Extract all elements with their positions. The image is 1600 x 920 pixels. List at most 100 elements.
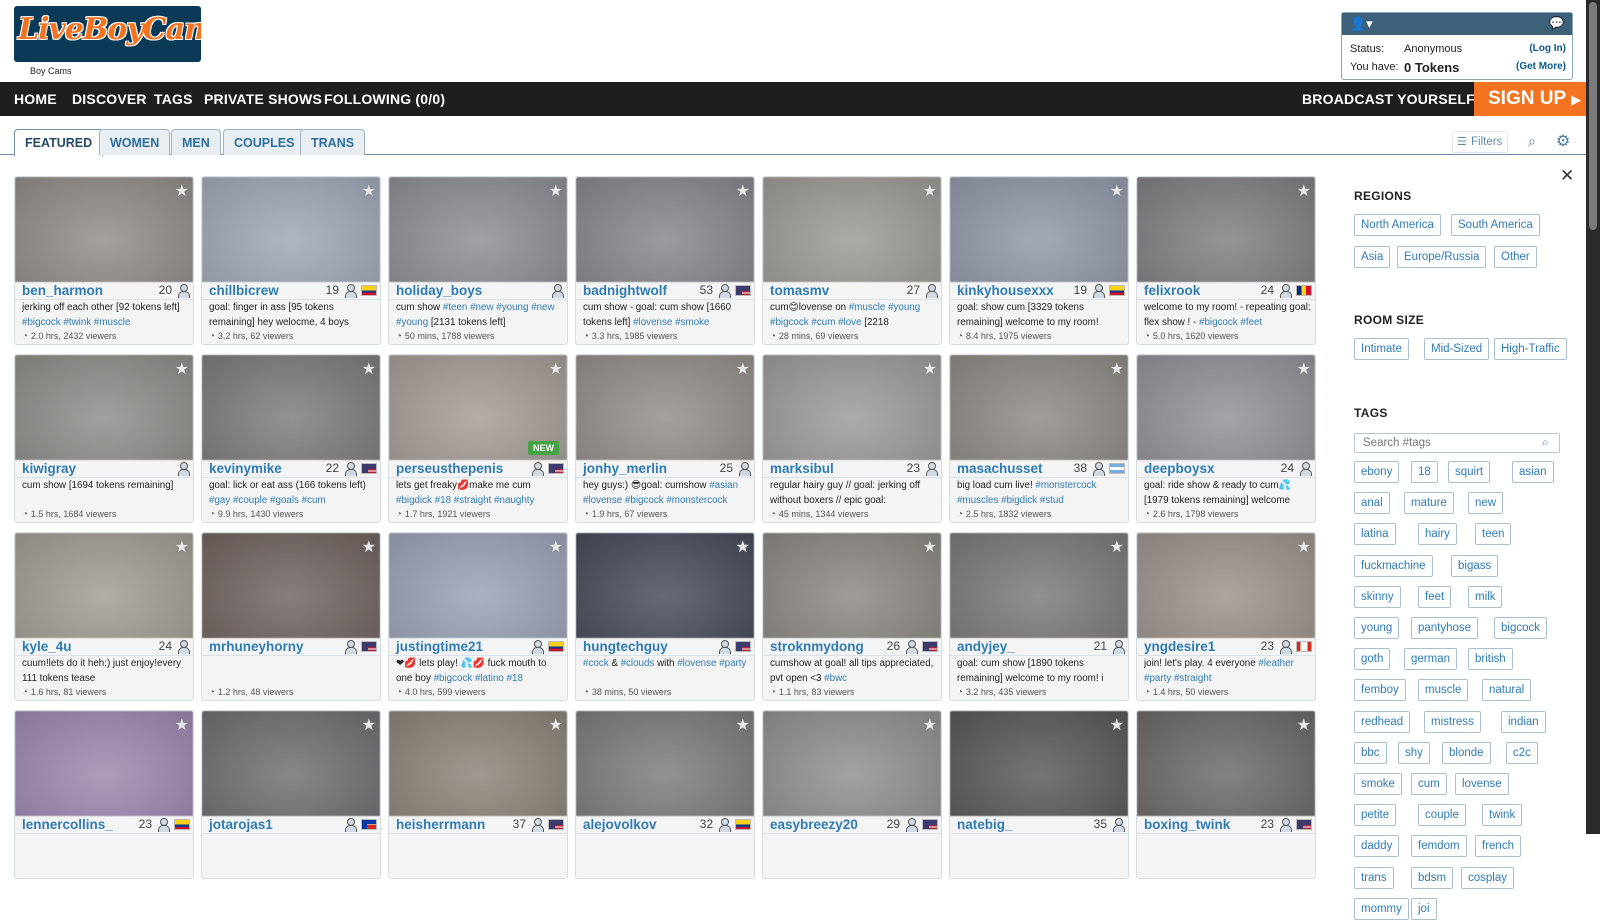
room-username[interactable]: boxing_twink xyxy=(1144,817,1230,832)
nav-home[interactable]: HOME xyxy=(14,91,57,107)
room-card[interactable]: ★ kyle_4u 24 cuum!lets do it heh:) just … xyxy=(14,532,194,701)
room-thumbnail[interactable] xyxy=(950,355,1128,460)
hashtag-link[interactable]: #bigcock xyxy=(625,495,664,506)
favorite-star-icon[interactable]: ★ xyxy=(175,715,189,735)
tag-chip[interactable]: goth xyxy=(1354,648,1391,670)
hashtag-link[interactable]: #new xyxy=(531,302,554,313)
favorite-star-icon[interactable]: ★ xyxy=(175,181,189,201)
hashtag-link[interactable]: #lovense xyxy=(633,317,672,328)
room-thumbnail[interactable] xyxy=(950,177,1128,282)
favorite-star-icon[interactable]: ★ xyxy=(549,537,563,557)
tag-chip[interactable]: muscle xyxy=(1418,679,1469,701)
nav-private-shows[interactable]: PRIVATE SHOWS xyxy=(204,91,322,107)
room-thumbnail[interactable] xyxy=(389,533,567,638)
favorite-star-icon[interactable]: ★ xyxy=(1110,715,1124,735)
room-card[interactable]: ★ hungtechguy #cock & #clouds with #love… xyxy=(575,532,755,701)
hashtag-link[interactable]: #muscle xyxy=(94,317,130,328)
tag-chip[interactable]: british xyxy=(1468,648,1513,670)
tag-chip[interactable]: bigcock xyxy=(1494,617,1547,639)
room-username[interactable]: justingtime21 xyxy=(396,639,483,654)
room-username[interactable]: heisherrmann xyxy=(396,817,485,832)
room-username[interactable]: marksibul xyxy=(770,461,834,476)
tab-featured[interactable]: FEATURED xyxy=(14,129,104,156)
tag-chip[interactable]: pantyhose xyxy=(1411,617,1479,639)
hashtag-link[interactable]: #cum xyxy=(811,317,835,328)
room-thumbnail[interactable] xyxy=(1137,355,1315,460)
hashtag-link[interactable]: #young xyxy=(888,302,920,313)
room-thumbnail[interactable] xyxy=(202,711,380,816)
tag-chip[interactable]: milk xyxy=(1468,586,1503,608)
room-card[interactable]: ★ tomasmv 27 cum😊lovense on #muscle #you… xyxy=(762,176,942,345)
tag-chip[interactable]: mistress xyxy=(1424,711,1481,733)
favorite-star-icon[interactable]: ★ xyxy=(923,359,937,379)
room-username[interactable]: kinkyhousexxx xyxy=(957,283,1054,298)
room-username[interactable]: kevinymike xyxy=(209,461,282,476)
gear-icon[interactable]: ⚙ xyxy=(1556,131,1570,151)
tab-trans[interactable]: TRANS xyxy=(300,129,366,155)
room-card[interactable]: ★ alejovolkov 32 xyxy=(575,710,755,879)
hashtag-link[interactable]: #party xyxy=(719,658,746,669)
tag-chip[interactable]: skinny xyxy=(1354,586,1401,608)
tab-couples[interactable]: COUPLES xyxy=(223,129,306,155)
region-south-america[interactable]: South America xyxy=(1451,214,1540,236)
hashtag-link[interactable]: #cock xyxy=(583,658,609,669)
tag-chip[interactable]: bdsm xyxy=(1411,867,1454,889)
room-thumbnail[interactable] xyxy=(15,177,193,282)
tag-chip[interactable]: indian xyxy=(1501,711,1546,733)
tag-chip[interactable]: smoke xyxy=(1354,773,1402,795)
tag-chip[interactable]: 18 xyxy=(1411,461,1438,483)
tag-chip[interactable]: cum xyxy=(1411,773,1447,795)
broadcast-yourself-link[interactable]: BROADCAST YOURSELF xyxy=(1302,91,1475,107)
room-username[interactable]: natebig_ xyxy=(957,817,1013,832)
room-username[interactable]: jonhy_merlin xyxy=(583,461,667,476)
room-size-mid-sized[interactable]: Mid-Sized xyxy=(1424,338,1490,360)
hashtag-link[interactable]: #lovense xyxy=(677,658,716,669)
room-thumbnail[interactable] xyxy=(763,177,941,282)
room-username[interactable]: badnightwolf xyxy=(583,283,667,298)
room-card[interactable]: ★ holiday_boys cum show #teen #new #youn… xyxy=(388,176,568,345)
room-size-high-traffic[interactable]: High-Traffic xyxy=(1494,338,1567,360)
room-thumbnail[interactable] xyxy=(15,533,193,638)
tag-chip[interactable]: c2c xyxy=(1506,742,1538,764)
room-username[interactable]: hungtechguy xyxy=(583,639,668,654)
tag-chip[interactable]: petite xyxy=(1354,804,1397,826)
room-username[interactable]: perseusthepenis xyxy=(396,461,503,476)
tag-chip[interactable]: femdom xyxy=(1411,835,1467,857)
scrollbar-thumb[interactable] xyxy=(1589,2,1597,230)
room-thumbnail[interactable] xyxy=(1137,711,1315,816)
tag-chip[interactable]: squirt xyxy=(1448,461,1491,483)
hashtag-link[interactable]: #bigdick xyxy=(1001,495,1037,506)
hashtag-link[interactable]: #straight xyxy=(454,495,492,506)
room-username[interactable]: jotarojas1 xyxy=(209,817,273,832)
room-username[interactable]: stroknmydong xyxy=(770,639,864,654)
room-card[interactable]: ★ jonhy_merlin 25 hey guys:) 😎goal: cums… xyxy=(575,354,755,523)
tag-chip[interactable]: natural xyxy=(1482,679,1532,701)
room-thumbnail[interactable] xyxy=(202,177,380,282)
room-card[interactable]: ★ kinkyhousexxx 19 goal: show cum [3329 … xyxy=(949,176,1129,345)
favorite-star-icon[interactable]: ★ xyxy=(362,181,376,201)
room-username[interactable]: mrhuneyhorny xyxy=(209,639,304,654)
hashtag-link[interactable]: #bigcock xyxy=(22,317,61,328)
room-username[interactable]: tomasmv xyxy=(770,283,829,298)
get-more-tokens-link[interactable]: (Get More) xyxy=(1516,61,1566,72)
room-username[interactable]: kyle_4u xyxy=(22,639,72,654)
room-thumbnail[interactable] xyxy=(763,355,941,460)
nav-tags[interactable]: TAGS xyxy=(154,91,193,107)
chat-icon[interactable]: 💬 xyxy=(1549,16,1564,30)
room-thumbnail[interactable] xyxy=(950,533,1128,638)
room-card[interactable]: ★ jotarojas1 xyxy=(201,710,381,879)
room-card[interactable]: ★ lennercollins_ 23 xyxy=(14,710,194,879)
hashtag-link[interactable]: #love xyxy=(838,317,861,328)
filters-button[interactable]: Filters xyxy=(1452,131,1508,153)
room-card[interactable]: ★ marksibul 23 regular hairy guy // goal… xyxy=(762,354,942,523)
hashtag-link[interactable]: #muscles xyxy=(957,495,998,506)
region-north-america[interactable]: North America xyxy=(1354,214,1441,236)
tag-chip[interactable]: lovense xyxy=(1455,773,1509,795)
room-card[interactable]: ★ kiwigray cum show [1694 tokens remaini… xyxy=(14,354,194,523)
favorite-star-icon[interactable]: ★ xyxy=(1297,715,1311,735)
tag-chip[interactable]: hairy xyxy=(1418,523,1457,545)
tag-chip[interactable]: shy xyxy=(1398,742,1430,764)
hashtag-link[interactable]: #bigdick xyxy=(396,495,432,506)
room-thumbnail[interactable] xyxy=(763,533,941,638)
room-username[interactable]: andyjey_ xyxy=(957,639,1015,654)
